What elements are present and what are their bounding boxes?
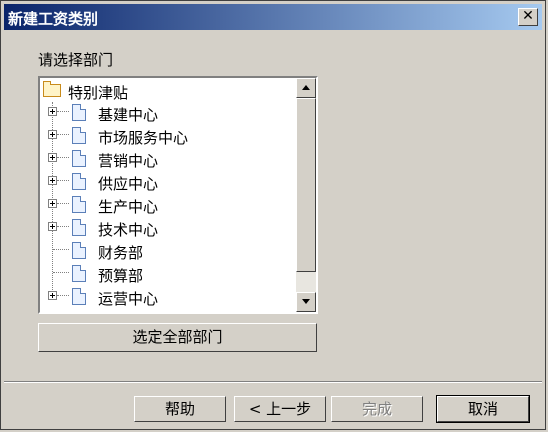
department-icon <box>72 150 86 167</box>
department-icon <box>72 219 86 236</box>
tree-item-label: 供应中心 <box>98 175 159 193</box>
scroll-down-button[interactable] <box>296 292 316 312</box>
tree-branch-line <box>53 272 69 273</box>
department-icon <box>72 288 86 305</box>
scroll-thumb[interactable] <box>296 98 316 272</box>
department-icon <box>72 127 86 144</box>
folder-open-icon <box>43 81 61 97</box>
expand-plus-icon[interactable] <box>48 176 57 185</box>
tree-item-label: 市场服务中心 <box>98 129 189 147</box>
tree-list: 特别津贴 基建中心 市场服务中心 营销中心 供应中心 生产中心 技术中心 财务部… <box>40 78 296 312</box>
tree-item-label: 基建中心 <box>98 106 159 124</box>
expand-plus-icon[interactable] <box>48 291 57 300</box>
tree-branch-line <box>57 134 69 135</box>
tree-branch-line <box>53 249 69 250</box>
tree-item[interactable]: 财务部 <box>40 240 296 262</box>
tree-branch-line <box>57 226 69 227</box>
tree-branch-line <box>57 157 69 158</box>
tree-item-label: 营销中心 <box>98 152 159 170</box>
tree-item-label: 技术中心 <box>98 221 159 239</box>
expand-plus-icon[interactable] <box>48 107 57 116</box>
new-salary-category-dialog: 新建工资类别 ✕ 请选择部门 特别津贴 基建中心 市场服务中心 营销中心 供应中… <box>0 0 546 430</box>
select-all-departments-button[interactable]: 选定全部部门 <box>38 323 317 352</box>
dialog-title: 新建工资类别 <box>8 10 99 28</box>
department-icon <box>72 104 86 121</box>
select-department-label: 请选择部门 <box>38 51 114 69</box>
expand-plus-icon[interactable] <box>48 199 57 208</box>
department-tree[interactable]: 特别津贴 基建中心 市场服务中心 营销中心 供应中心 生产中心 技术中心 财务部… <box>38 76 318 314</box>
tree-item[interactable]: 供应中心 <box>40 171 296 193</box>
tree-branch-line <box>57 203 69 204</box>
tree-item[interactable]: 市场服务中心 <box>40 125 296 147</box>
tree-item[interactable]: 运营中心 <box>40 286 296 308</box>
tree-item-label: 财务部 <box>98 244 144 262</box>
title-bar[interactable]: 新建工资类别 ✕ <box>4 4 542 30</box>
help-button[interactable]: 帮助 <box>134 396 226 422</box>
tree-item[interactable]: 生产中心 <box>40 194 296 216</box>
tree-item[interactable]: 预算部 <box>40 263 296 285</box>
expand-plus-icon[interactable] <box>48 153 57 162</box>
department-icon <box>72 173 86 190</box>
tree-item[interactable]: 基建中心 <box>40 102 296 124</box>
tree-item-label: 预算部 <box>98 267 144 285</box>
department-icon <box>72 242 86 259</box>
expand-plus-icon[interactable] <box>48 222 57 231</box>
cancel-button[interactable]: 取消 <box>436 395 530 423</box>
tree-item[interactable]: 技术中心 <box>40 217 296 239</box>
arrow-up-icon <box>302 85 310 90</box>
footer-separator <box>4 381 542 383</box>
tree-branch-line <box>57 180 69 181</box>
tree-root[interactable]: 特别津贴 <box>40 80 296 102</box>
tree-item-label: 生产中心 <box>98 198 159 216</box>
department-icon <box>72 196 86 213</box>
arrow-down-icon <box>302 299 310 304</box>
scroll-up-button[interactable] <box>296 78 316 98</box>
finish-button[interactable]: 完成 <box>331 396 423 422</box>
tree-item[interactable]: 营销中心 <box>40 148 296 170</box>
tree-branch-line <box>57 295 69 296</box>
close-icon: ✕ <box>522 8 534 24</box>
department-icon <box>72 265 86 282</box>
close-button[interactable]: ✕ <box>518 8 538 26</box>
tree-root-label: 特别津贴 <box>68 84 129 102</box>
tree-branch-line <box>57 111 69 112</box>
tree-item-label: 运营中心 <box>98 290 159 308</box>
back-button[interactable]: < 上一步 <box>234 396 326 422</box>
expand-plus-icon[interactable] <box>48 130 57 139</box>
vertical-scrollbar[interactable] <box>296 78 316 312</box>
